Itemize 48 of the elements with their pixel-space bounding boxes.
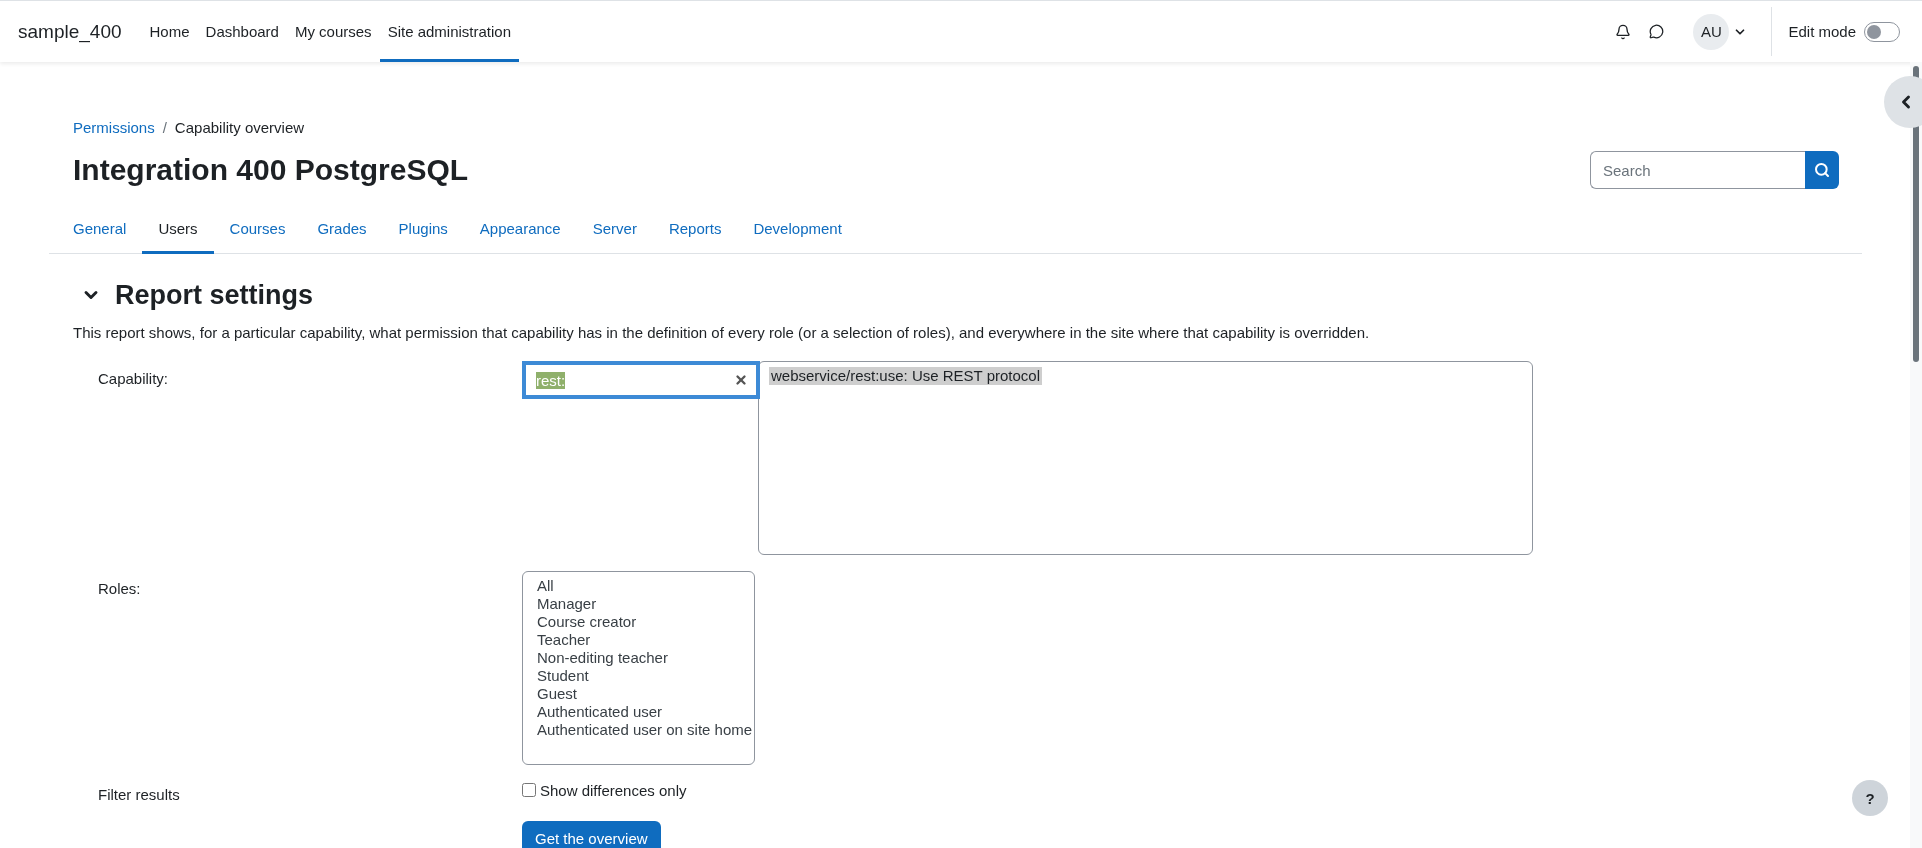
nav-link[interactable]: Home (141, 1, 198, 62)
list-option[interactable]: Student (523, 667, 754, 685)
list-option[interactable]: All (523, 577, 754, 595)
admin-tab[interactable]: Courses (213, 205, 302, 254)
scrollbar[interactable] (1910, 62, 1922, 848)
admin-tab[interactable]: Plugins (382, 205, 464, 254)
checkbox-label: Show differences only (540, 781, 687, 799)
search-button[interactable] (1805, 151, 1839, 189)
admin-tab[interactable]: General (57, 205, 143, 254)
admin-tab[interactable]: Server (576, 205, 653, 254)
roles-list[interactable]: All Manager Course creator Teacher Non-editing teacher Student Guest Authenticated user Authenticated user on site home (522, 571, 755, 765)
submit-button[interactable]: Get the overview (522, 821, 661, 848)
checkbox[interactable] (522, 783, 536, 797)
list-option[interactable]: Teacher (523, 631, 754, 649)
list-option[interactable]: Non-editing teacher (523, 649, 754, 667)
list-option[interactable]: Authenticated user (523, 703, 754, 721)
list-option[interactable]: webservice/rest:use: Use REST protocol (769, 367, 1042, 385)
field-label: Roles: (98, 579, 142, 599)
help-button[interactable]: ? (1852, 780, 1888, 816)
search-field[interactable]: Search (1590, 151, 1805, 189)
site-name: sample_400 (18, 20, 122, 43)
field-label: Capability: (98, 369, 170, 389)
edit-mode-switch[interactable] (1864, 21, 1900, 42)
nav-link[interactable]: My courses (286, 1, 380, 62)
clear-icon[interactable] (734, 373, 748, 387)
admin-tab[interactable]: Users (142, 205, 214, 254)
breadcrumb-link[interactable]: Permissions (73, 118, 155, 136)
capability-list[interactable]: webservice/rest:use: Use REST protocol (758, 361, 1533, 555)
section-heading: Report settings (115, 279, 314, 312)
breadcrumb-separator: / (162, 118, 167, 136)
breadcrumb-current: Capability overview (174, 118, 305, 136)
list-option[interactable]: Course creator (523, 613, 754, 631)
field-label: Filter results (98, 785, 181, 803)
admin-tab[interactable]: Development (737, 205, 858, 254)
admin-tab[interactable]: Reports (652, 205, 738, 254)
admin-tab[interactable]: Appearance (463, 205, 577, 254)
report-description: This report shows, for a particular capability, what permission that capability has in the definition of every role (or a selection of roles), and everywhere in the site where that capability is overridden. (73, 323, 1371, 343)
list-option[interactable]: Manager (523, 595, 754, 613)
edit-mode-label: Edit mode (1788, 23, 1856, 40)
user-avatar[interactable]: AU (1693, 13, 1730, 50)
page-title: Integration 400 PostgreSQL (73, 152, 469, 188)
list-option[interactable]: Guest (523, 685, 754, 703)
drawer-toggle-button[interactable] (1884, 76, 1922, 128)
nav-link[interactable]: Dashboard (197, 1, 287, 62)
list-option[interactable]: Authenticated user on site home (523, 721, 754, 739)
nav-link[interactable]: Site administration (379, 1, 520, 62)
admin-tab[interactable]: Grades (301, 205, 383, 254)
search-icon[interactable] (1814, 162, 1830, 178)
